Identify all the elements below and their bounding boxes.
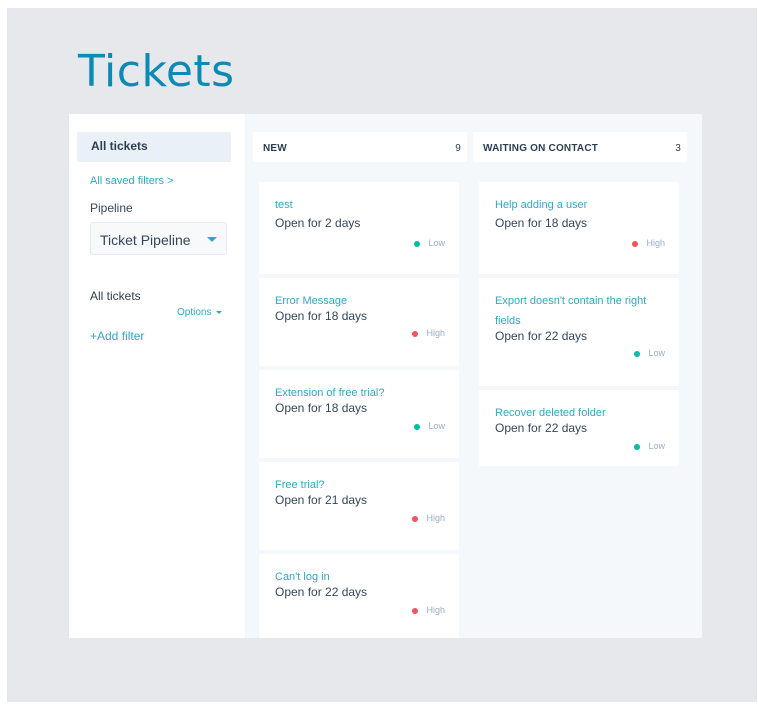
priority-badge: High [412,605,445,615]
column-name: WAITING ON CONTACT [483,143,599,154]
column-count: 3 [675,143,681,154]
column-header: WAITING ON CONTACT 3 [473,132,687,162]
ticket-card[interactable]: Export doesn't contain the right fields … [479,278,679,386]
ticket-status: Open for 2 days [275,216,361,230]
priority-dot-icon [634,350,641,357]
ticket-card[interactable]: Error Message Open for 18 days High [259,278,459,366]
column-header: NEW 9 [253,132,467,162]
options-dropdown[interactable]: Options [177,307,223,318]
column-waiting-on-contact: WAITING ON CONTACT 3 Help adding a user … [473,114,687,638]
priority-dot-icon [412,607,419,614]
column-name: NEW [263,143,287,154]
ticket-card[interactable]: Help adding a user Open for 18 days High [479,182,679,274]
saved-filters-link[interactable]: All saved filters > [90,175,173,187]
priority-dot-icon [414,240,421,247]
column-new: NEW 9 test Open for 2 days Low Error Mes… [253,114,467,638]
priority-dot-icon [634,443,641,450]
ticket-title-link[interactable]: Help adding a user [495,195,587,215]
priority-label: Low [648,348,665,358]
priority-label: High [426,605,445,615]
tickets-app: All tickets All saved filters > Pipeline… [69,114,702,638]
priority-badge: Low [634,348,665,358]
ticket-title-link[interactable]: Can't log in [275,567,330,587]
priority-badge: High [412,513,445,523]
priority-badge: High [632,238,665,248]
caret-down-icon [216,310,223,314]
priority-dot-icon [412,330,419,337]
ticket-card[interactable]: Can't log in Open for 22 days High [259,554,459,638]
priority-badge: Low [414,421,445,431]
priority-label: Low [428,238,445,248]
priority-label: High [646,238,665,248]
filters-heading: All tickets [90,289,141,303]
chevron-down-icon [207,237,217,242]
ticket-card[interactable]: Recover deleted folder Open for 22 days … [479,390,679,466]
ticket-title-link[interactable]: Free trial? [275,475,325,495]
ticket-status: Open for 22 days [495,329,588,343]
ticket-title-link[interactable]: test [275,195,293,215]
ticket-status: Open for 22 days [495,421,588,435]
ticket-status: Open for 18 days [495,216,588,230]
ticket-card[interactable]: Free trial? Open for 21 days High [259,462,459,550]
priority-label: High [426,328,445,338]
priority-badge: Low [414,238,445,248]
ticket-status: Open for 22 days [275,585,368,599]
ticket-card[interactable]: test Open for 2 days Low [259,182,459,274]
pipeline-selected-value: Ticket Pipeline [100,232,191,248]
sidebar-item-all-tickets[interactable]: All tickets [77,132,231,162]
page-title: Tickets [78,46,235,97]
priority-dot-icon [414,423,421,430]
column-count: 9 [455,143,461,154]
priority-dot-icon [412,515,419,522]
priority-label: High [426,513,445,523]
options-label: Options [177,307,212,318]
ticket-status: Open for 18 days [275,309,368,323]
ticket-title-link[interactable]: Export doesn't contain the right fields [495,291,675,331]
priority-badge: High [412,328,445,338]
ticket-status: Open for 21 days [275,493,368,507]
priority-label: Low [648,441,665,451]
ticket-title-link[interactable]: Extension of free trial? [275,383,384,403]
sidebar: All tickets All saved filters > Pipeline… [69,114,241,638]
ticket-status: Open for 18 days [275,401,368,415]
ticket-card[interactable]: Extension of free trial? Open for 18 day… [259,370,459,458]
priority-dot-icon [632,240,639,247]
priority-label: Low [428,421,445,431]
ticket-board: NEW 9 test Open for 2 days Low Error Mes… [245,114,702,638]
ticket-title-link[interactable]: Error Message [275,291,347,311]
priority-badge: Low [634,441,665,451]
pipeline-dropdown[interactable]: Ticket Pipeline [90,222,227,255]
add-filter-link[interactable]: +Add filter [90,329,144,343]
pipeline-label: Pipeline [90,201,133,215]
ticket-title-link[interactable]: Recover deleted folder [495,403,606,423]
